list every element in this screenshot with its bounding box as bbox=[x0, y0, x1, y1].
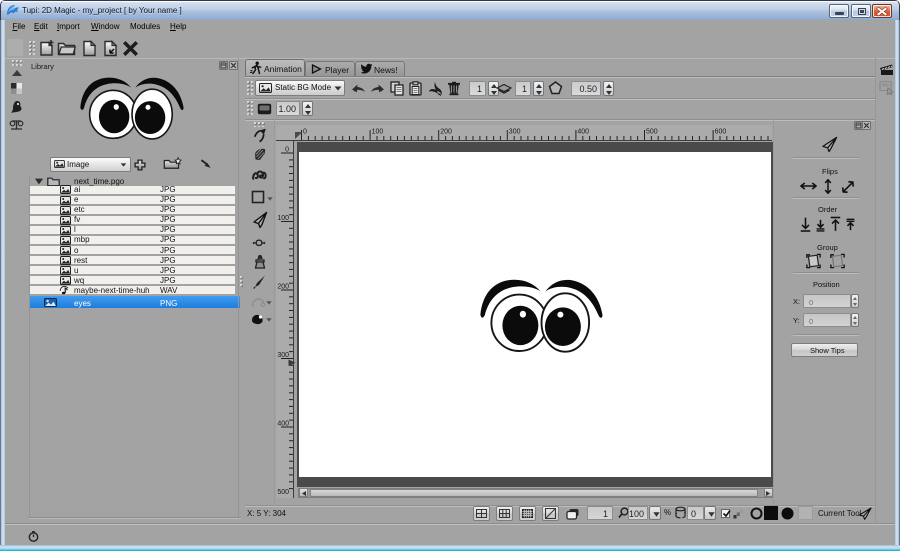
svg-text:200: 200 bbox=[440, 129, 452, 136]
svg-text:200: 200 bbox=[277, 284, 289, 291]
svg-text:300: 300 bbox=[277, 352, 289, 359]
svg-text:0: 0 bbox=[285, 147, 289, 154]
svg-text:100: 100 bbox=[372, 129, 384, 136]
svg-text:300: 300 bbox=[509, 129, 521, 136]
svg-text:500: 500 bbox=[277, 489, 289, 496]
svg-text:500: 500 bbox=[646, 129, 658, 136]
svg-text:400: 400 bbox=[277, 421, 289, 428]
svg-text:600: 600 bbox=[715, 129, 727, 136]
svg-text:0: 0 bbox=[303, 129, 307, 136]
svg-text:100: 100 bbox=[277, 215, 289, 222]
svg-text:400: 400 bbox=[577, 129, 589, 136]
